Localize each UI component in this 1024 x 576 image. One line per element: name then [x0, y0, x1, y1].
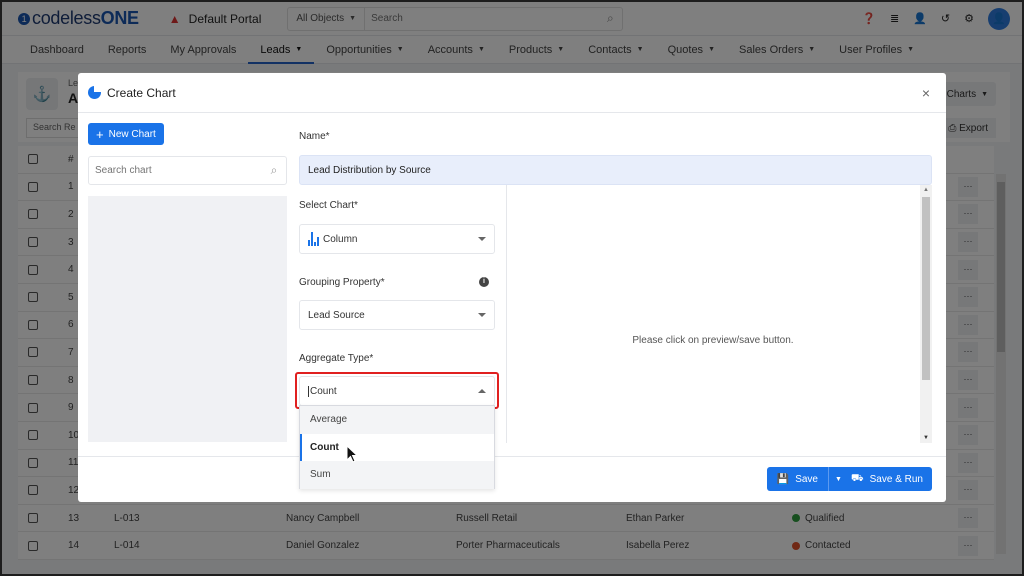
- scrollbar-thumb[interactable]: [922, 197, 930, 380]
- new-chart-label: New Chart: [108, 128, 156, 140]
- modal-title: Create Chart: [107, 85, 176, 100]
- info-icon[interactable]: i: [479, 277, 489, 287]
- mouse-cursor-icon: [346, 445, 359, 463]
- chart-list: [88, 196, 287, 442]
- grouping-property-label: Grouping Property*: [299, 277, 385, 288]
- new-chart-button[interactable]: + New Chart: [88, 123, 164, 145]
- aggregate-type-select[interactable]: Count: [299, 376, 495, 406]
- chart-name-input[interactable]: Lead Distribution by Source: [299, 155, 932, 185]
- column-chart-icon: [308, 232, 319, 246]
- chart-type-value: Column: [323, 233, 358, 245]
- chart-search-input[interactable]: [89, 165, 262, 176]
- save-and-run-button[interactable]: ⛟ Save & Run: [842, 467, 932, 491]
- grouping-property-select[interactable]: Lead Source: [299, 300, 495, 330]
- save-button[interactable]: 💾 Save: [767, 467, 828, 491]
- chevron-down-icon: [478, 313, 486, 317]
- aggregate-option-average[interactable]: Average: [300, 406, 494, 434]
- create-chart-modal: Create Chart × + New Chart ⌕ Name* Lead D…: [78, 73, 946, 502]
- pie-chart-icon: [88, 86, 101, 99]
- save-run-icon: ⛟: [851, 472, 864, 484]
- modal-header: Create Chart ×: [78, 73, 946, 113]
- preview-message: Please click on preview/save button.: [632, 335, 794, 346]
- chevron-up-icon: [478, 389, 486, 393]
- save-button-group: 💾 Save ▼: [766, 467, 848, 491]
- save-run-label: Save & Run: [869, 473, 923, 485]
- preview-scrollbar[interactable]: ▲ ▼: [920, 185, 932, 443]
- name-label: Name*: [299, 131, 330, 142]
- plus-icon: +: [96, 126, 104, 142]
- aggregate-type-label: Aggregate Type*: [299, 353, 374, 364]
- aggregate-option-sum[interactable]: Sum: [300, 461, 494, 489]
- chart-type-select[interactable]: Column: [299, 224, 495, 254]
- close-icon[interactable]: ×: [922, 85, 930, 101]
- aggregate-option-count[interactable]: Count: [300, 433, 494, 462]
- aggregate-type-dropdown: Average Count Sum: [299, 405, 495, 489]
- chart-search: ⌕: [88, 156, 287, 185]
- save-icon: 💾: [776, 473, 790, 485]
- search-icon[interactable]: ⌕: [262, 163, 286, 178]
- save-label: Save: [795, 473, 818, 485]
- grouping-property-value: Lead Source: [308, 309, 365, 321]
- modal-footer: 💾 Save ▼ ⛟ Save & Run: [78, 456, 946, 502]
- select-chart-label: Select Chart*: [299, 200, 358, 211]
- chart-preview-panel: Please click on preview/save button. ▲ ▼: [506, 185, 932, 443]
- scroll-down-icon[interactable]: ▼: [923, 435, 929, 441]
- chevron-down-icon: [478, 237, 486, 241]
- aggregate-type-value: Count: [308, 385, 337, 397]
- scroll-up-icon[interactable]: ▲: [923, 187, 929, 193]
